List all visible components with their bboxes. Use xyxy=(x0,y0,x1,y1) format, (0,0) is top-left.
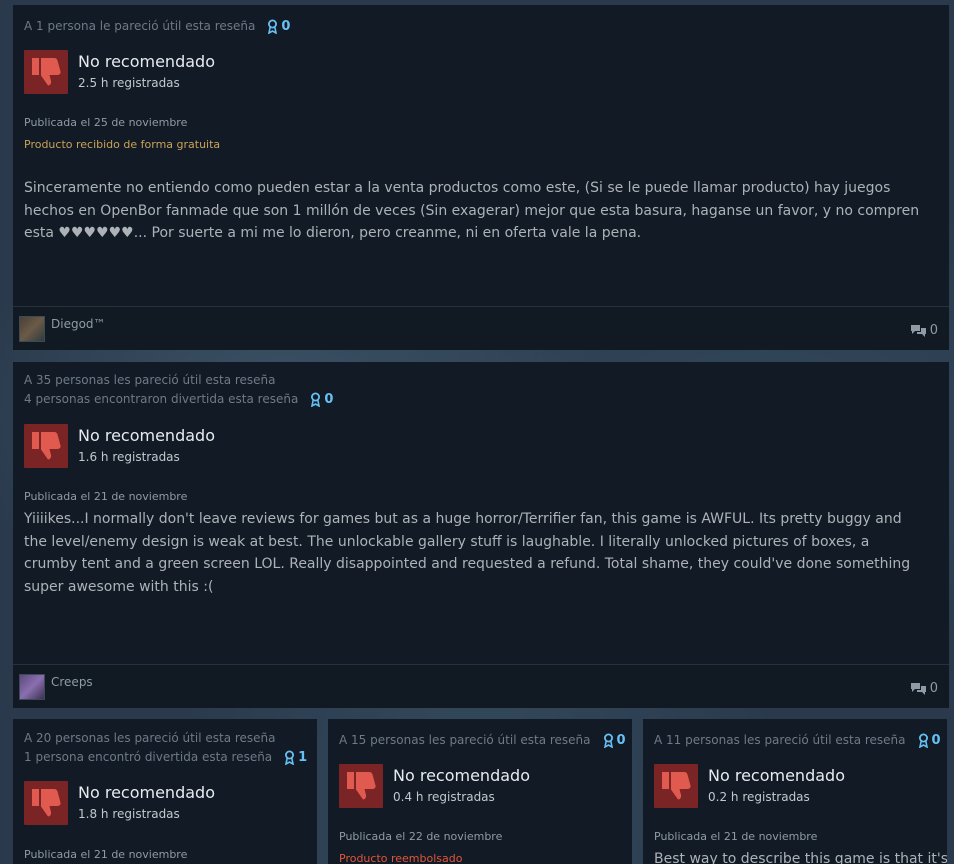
free-product-note: Producto recibido de forma gratuita xyxy=(24,138,221,151)
review-card: A 1 persona le pareció útil esta reseña … xyxy=(13,5,949,350)
funny-count: 1 persona encontró divertida esta reseña xyxy=(24,750,273,764)
verdict-title: No recomendado xyxy=(78,52,215,71)
comments-button[interactable]: 0 xyxy=(910,323,938,338)
verdict-title: No recomendado xyxy=(78,783,215,802)
funny-count: 4 personas encontraron divertida esta re… xyxy=(24,392,299,406)
review-footer: Creeps 0 xyxy=(13,664,949,708)
thumbs-down-icon xyxy=(24,424,68,468)
thumbs-down-icon xyxy=(24,50,68,94)
award-ribbon-icon xyxy=(603,733,613,748)
award-count: 0 xyxy=(616,733,626,748)
helpful-count: A 15 personas les pareció útil esta rese… xyxy=(339,733,591,747)
avatar[interactable] xyxy=(19,316,45,342)
posted-date: Publicada el 25 de noviembre xyxy=(24,116,188,129)
review-body: Best way to describe this game is that i… xyxy=(654,851,947,864)
verdict[interactable]: No recomendado 0.4 h registradas xyxy=(339,764,530,808)
review-card: A 15 personas les pareció útil esta rese… xyxy=(328,719,632,864)
comments-button[interactable]: 0 xyxy=(910,681,938,696)
award-button[interactable]: 0 xyxy=(603,733,626,748)
review-body: Sinceramente no entiendo como pueden est… xyxy=(24,180,920,241)
verdict-title: No recomendado xyxy=(78,426,215,445)
thumbs-down-icon xyxy=(24,781,68,825)
award-count: 1 xyxy=(298,750,308,765)
posted-date: Publicada el 21 de noviembre xyxy=(24,490,188,503)
verdict[interactable]: No recomendado 0.2 h registradas xyxy=(654,764,845,808)
helpful-count: A 20 personas les pareció útil esta rese… xyxy=(24,731,276,745)
author-name[interactable]: Diegod™ xyxy=(51,317,106,331)
comment-bubble-icon xyxy=(910,324,926,337)
hours-played: 0.2 h registradas xyxy=(708,790,810,804)
thumbs-down-icon xyxy=(654,764,698,808)
thumbs-down-icon xyxy=(339,764,383,808)
comment-count: 0 xyxy=(929,681,938,696)
hours-played: 2.5 h registradas xyxy=(78,76,180,90)
author-name[interactable]: Creeps xyxy=(51,675,93,689)
helpful-count: A 11 personas les pareció útil esta rese… xyxy=(654,733,906,747)
verdict[interactable]: No recomendado 1.8 h registradas xyxy=(24,781,215,825)
posted-date: Publicada el 22 de noviembre xyxy=(339,830,503,843)
verdict-title: No recomendado xyxy=(393,766,530,785)
award-count: 0 xyxy=(324,392,334,407)
posted-date: Publicada el 21 de noviembre xyxy=(654,830,818,843)
award-button[interactable]: 0 xyxy=(267,19,290,34)
avatar[interactable] xyxy=(19,674,45,700)
award-button[interactable]: 1 xyxy=(284,750,307,765)
award-ribbon-icon xyxy=(268,19,278,34)
award-count: 0 xyxy=(281,19,291,34)
award-ribbon-icon xyxy=(918,733,928,748)
review-card: A 35 personas les pareció útil esta rese… xyxy=(13,362,949,708)
award-button[interactable]: 0 xyxy=(310,392,333,407)
review-card: A 11 personas les pareció útil esta rese… xyxy=(643,719,947,864)
review-body: Yiiiikes...I normally don't leave review… xyxy=(24,511,911,595)
award-button[interactable]: 0 xyxy=(918,733,941,748)
award-count: 0 xyxy=(931,733,941,748)
hours-played: 1.6 h registradas xyxy=(78,450,180,464)
comment-bubble-icon xyxy=(910,682,926,695)
verdict-title: No recomendado xyxy=(708,766,845,785)
verdict[interactable]: No recomendado 1.6 h registradas xyxy=(24,424,215,468)
hours-played: 0.4 h registradas xyxy=(393,790,495,804)
award-ribbon-icon xyxy=(311,392,321,407)
comment-count: 0 xyxy=(929,323,938,338)
award-ribbon-icon xyxy=(285,750,295,765)
helpful-count: A 35 personas les pareció útil esta rese… xyxy=(24,373,276,387)
verdict[interactable]: No recomendado 2.5 h registradas xyxy=(24,50,215,94)
posted-date: Publicada el 21 de noviembre xyxy=(24,848,188,861)
helpful-count: A 1 persona le pareció útil esta reseña xyxy=(24,19,256,33)
review-footer: Diegod™ 0 xyxy=(13,306,949,350)
refund-note: Producto reembolsado xyxy=(339,852,463,864)
hours-played: 1.8 h registradas xyxy=(78,807,180,821)
review-card: A 20 personas les pareció útil esta rese… xyxy=(13,719,317,864)
